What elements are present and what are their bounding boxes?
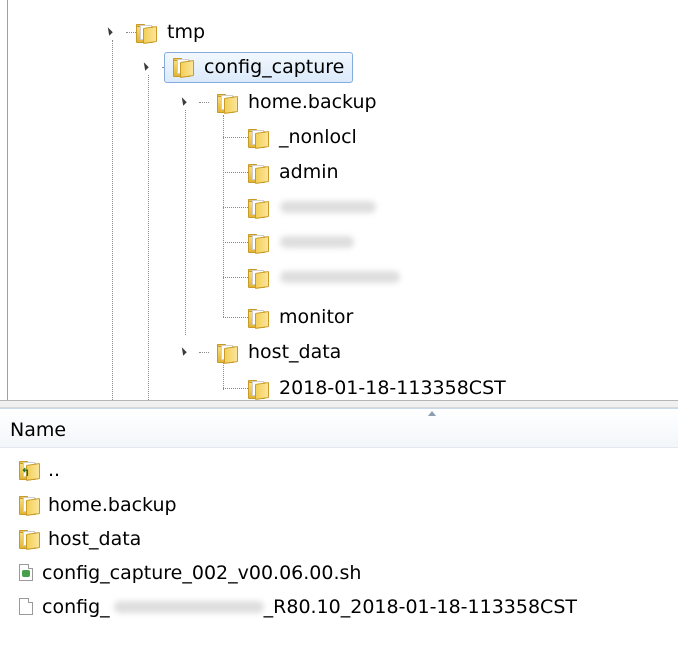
- tree-guide: [148, 75, 149, 400]
- tree-node-redacted[interactable]: [248, 190, 376, 224]
- expander-expanded-icon[interactable]: [104, 27, 113, 36]
- tree-guide: [223, 137, 248, 138]
- tree-node-config-capture[interactable]: config_capture: [140, 50, 354, 84]
- folder-icon: [136, 23, 157, 44]
- tree-node-monitor[interactable]: monitor: [248, 300, 353, 334]
- folder-icon: [173, 58, 194, 78]
- expander-expanded-icon[interactable]: [178, 97, 187, 106]
- folder-icon: [248, 128, 269, 149]
- tree-node-nonlocl[interactable]: _nonlocl: [248, 120, 357, 154]
- tree-node-label: 2018-01-18-113358CST: [279, 377, 506, 399]
- tree-guide: [223, 115, 224, 317]
- file-row[interactable]: home.backup: [0, 489, 678, 520]
- folder-icon: [248, 268, 269, 289]
- file-name: home.backup: [48, 493, 177, 516]
- folder-icon: [248, 308, 269, 329]
- tree-guide: [223, 317, 248, 318]
- tree-guide: [223, 388, 248, 389]
- file-row[interactable]: config_capture_002_v00.06.00.sh: [0, 557, 678, 588]
- folder-icon: [19, 530, 40, 550]
- folder-icon: [248, 233, 269, 254]
- pane-splitter[interactable]: [0, 400, 678, 408]
- redacted-label: [280, 271, 400, 283]
- tree-guide: [185, 110, 186, 335]
- folder-icon: [248, 379, 269, 400]
- redacted-label: [280, 201, 376, 213]
- tree-border: [7, 0, 8, 400]
- folder-icon: [217, 343, 238, 364]
- column-header-label: Name: [10, 419, 67, 441]
- tree-node-label: host_data: [248, 341, 342, 363]
- folder-icon: [248, 198, 269, 219]
- tree-node-label: admin: [279, 161, 339, 183]
- tree-node-label: monitor: [279, 306, 354, 328]
- folder-tree-pane: tmp config_capture home.backup _nonlocl …: [0, 0, 678, 400]
- up-folder-icon: ↰: [19, 461, 40, 481]
- file-name-prefix: config_: [42, 595, 110, 618]
- tree-node-host-data[interactable]: host_data: [178, 335, 342, 369]
- redacted-label: [280, 236, 354, 248]
- file-list-pane: Name ↰ .. home.backup host_data config_c…: [0, 408, 678, 664]
- expander-expanded-icon[interactable]: [140, 62, 149, 71]
- tree-node-admin[interactable]: admin: [248, 155, 339, 189]
- tree-guide: [223, 277, 248, 278]
- tree-guide: [112, 40, 113, 400]
- tree-guide: [223, 242, 248, 243]
- tree-node-host-data-child[interactable]: 2018-01-18-113358CST: [248, 371, 506, 400]
- tree-node-tmp[interactable]: tmp: [104, 15, 206, 49]
- folder-icon: [217, 93, 238, 114]
- tree-node-redacted[interactable]: [248, 225, 354, 259]
- tree-node-label: home.backup: [248, 91, 377, 113]
- tree-node-label: _nonlocl: [279, 126, 357, 148]
- file-row[interactable]: config_ _R80.10_2018-01-18-113358CST: [0, 591, 678, 622]
- file-name: config_capture_002_v00.06.00.sh: [42, 561, 362, 584]
- folder-icon: [248, 163, 269, 184]
- script-file-icon: [19, 564, 33, 581]
- file-name: ..: [48, 458, 61, 481]
- file-row-parent[interactable]: ↰ ..: [0, 454, 678, 485]
- expander-expanded-icon[interactable]: [178, 347, 187, 356]
- redacted-label: [113, 600, 264, 613]
- file-icon: [19, 598, 33, 615]
- file-row[interactable]: host_data: [0, 523, 678, 554]
- tree-node-label: tmp: [167, 21, 206, 43]
- tree-node-redacted[interactable]: [248, 260, 400, 294]
- tree-guide: [223, 207, 248, 208]
- selected-node-highlight[interactable]: config_capture: [164, 51, 354, 83]
- file-name-suffix: _R80.10_2018-01-18-113358CST: [263, 595, 577, 618]
- column-header-name[interactable]: Name: [0, 408, 678, 448]
- tree-node-label: config_capture: [204, 55, 345, 78]
- tree-node-home-backup[interactable]: home.backup: [178, 85, 377, 119]
- folder-icon: [19, 496, 40, 516]
- sort-ascending-icon: [428, 411, 436, 416]
- tree-guide: [223, 172, 248, 173]
- file-name: host_data: [48, 527, 142, 550]
